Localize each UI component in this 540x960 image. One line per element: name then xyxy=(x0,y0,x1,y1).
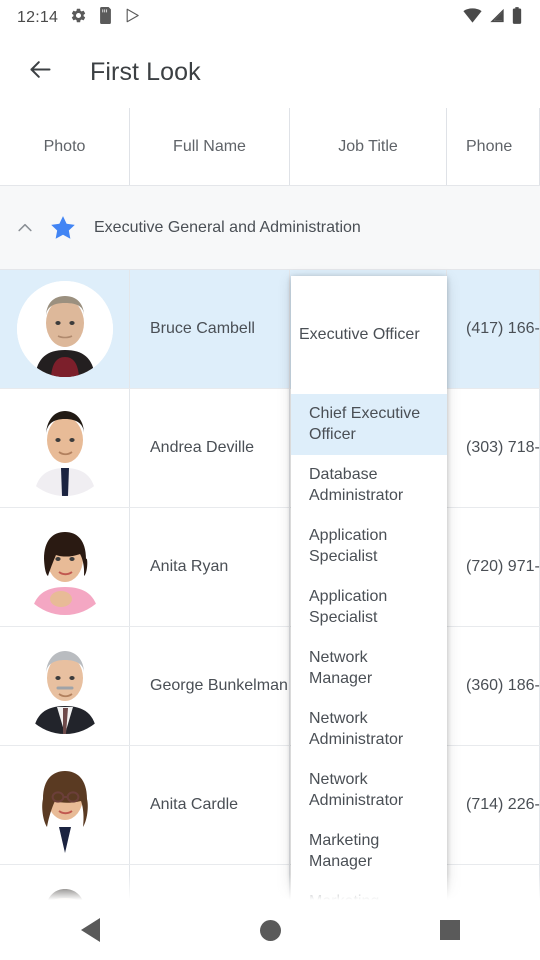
cell-phone: (714) 226-8 xyxy=(447,746,540,864)
chevron-up-icon[interactable] xyxy=(8,218,42,238)
home-circle-icon xyxy=(260,920,281,941)
table-row[interactable]: George Bunkelman Application Specialist … xyxy=(0,627,540,746)
cell-photo xyxy=(0,389,130,507)
dropdown-option[interactable]: Network Administrator xyxy=(291,699,447,760)
table-row[interactable]: Andrea Deville Database Administrator (3… xyxy=(0,389,540,508)
cell-phone xyxy=(447,865,540,900)
cell-full-name: Bruce Cambell xyxy=(130,270,290,388)
dropdown-current-value[interactable]: Executive Officer xyxy=(291,276,447,394)
cell-full-name: Anita Ryan xyxy=(130,508,290,626)
status-bar-clock: 12:14 xyxy=(17,9,58,27)
dropdown-option[interactable]: Database Administrator xyxy=(291,455,447,516)
table-row[interactable]: Anita Ryan Application Specialist (720) … xyxy=(0,508,540,627)
table-row[interactable]: Anita Cardle Network Manager (714) 226-8 xyxy=(0,746,540,865)
cell-full-name: Anita Cardle xyxy=(130,746,290,864)
sd-card-icon xyxy=(98,7,113,29)
avatar xyxy=(17,400,113,496)
column-header-job-title[interactable]: Job Title xyxy=(290,108,447,185)
avatar xyxy=(17,281,113,377)
column-header-phone[interactable]: Phone xyxy=(447,108,540,185)
nav-back-button[interactable] xyxy=(47,900,133,960)
group-header-label: Executive General and Administration xyxy=(94,219,361,237)
cell-signal-icon xyxy=(489,8,505,28)
column-header-photo[interactable]: Photo xyxy=(0,108,130,185)
group-header-row[interactable]: Executive General and Administration xyxy=(0,186,540,270)
cell-photo xyxy=(0,508,130,626)
cell-phone: (417) 166-3 xyxy=(447,270,540,388)
data-table: Photo Full Name Job Title Phone Executiv… xyxy=(0,108,540,900)
status-bar: 12:14 xyxy=(0,0,540,36)
cell-phone: (303) 718-1 xyxy=(447,389,540,507)
dropdown-option[interactable]: Chief Executive Officer xyxy=(291,394,447,455)
phone-screen: 12:14 xyxy=(0,0,540,960)
cell-photo xyxy=(0,865,130,900)
android-nav-bar xyxy=(0,900,540,960)
dropdown-option[interactable]: Network Manager xyxy=(291,638,447,699)
column-header-full-name[interactable]: Full Name xyxy=(130,108,290,185)
dropdown-option[interactable]: Marketing Manager xyxy=(291,821,447,882)
app-bar: First Look xyxy=(0,36,540,108)
battery-icon xyxy=(512,7,522,29)
dropdown-current-value-text: Executive Officer xyxy=(299,326,420,344)
dropdown-option[interactable]: Application Specialist xyxy=(291,577,447,638)
cell-full-name: Andrea Deville xyxy=(130,389,290,507)
nav-home-button[interactable] xyxy=(227,900,313,960)
cell-phone: (720) 971-3 xyxy=(447,508,540,626)
star-icon[interactable] xyxy=(42,214,84,242)
table-row[interactable]: Bruce Cambell Chief Executive Officer (4… xyxy=(0,270,540,389)
dropdown-option[interactable]: Application Specialist xyxy=(291,516,447,577)
cell-full-name xyxy=(130,865,290,900)
wifi-icon xyxy=(463,8,482,28)
avatar xyxy=(17,519,113,615)
cell-full-name: George Bunkelman xyxy=(130,627,290,745)
nav-recents-button[interactable] xyxy=(407,900,493,960)
recents-square-icon xyxy=(440,920,460,940)
job-title-dropdown[interactable]: Executive Officer Chief Executive Office… xyxy=(291,276,447,900)
back-button[interactable] xyxy=(12,44,68,100)
cell-phone: (360) 186-4 xyxy=(447,627,540,745)
status-bar-system-icons xyxy=(463,7,522,29)
avatar xyxy=(17,638,113,734)
table-row[interactable] xyxy=(0,865,540,900)
page-title: First Look xyxy=(90,58,201,87)
table-header-row: Photo Full Name Job Title Phone xyxy=(0,108,540,186)
back-arrow-icon xyxy=(27,56,54,88)
back-triangle-icon xyxy=(81,918,100,942)
status-bar-notification-icons xyxy=(70,7,141,29)
cell-photo xyxy=(0,627,130,745)
dropdown-option[interactable]: Marketing Specialist xyxy=(291,882,447,900)
cell-photo xyxy=(0,746,130,864)
avatar xyxy=(17,757,113,853)
gear-icon xyxy=(70,7,87,29)
cell-photo xyxy=(0,270,130,388)
avatar xyxy=(17,876,113,900)
play-store-icon xyxy=(124,7,141,29)
dropdown-option[interactable]: Network Administrator xyxy=(291,760,447,821)
